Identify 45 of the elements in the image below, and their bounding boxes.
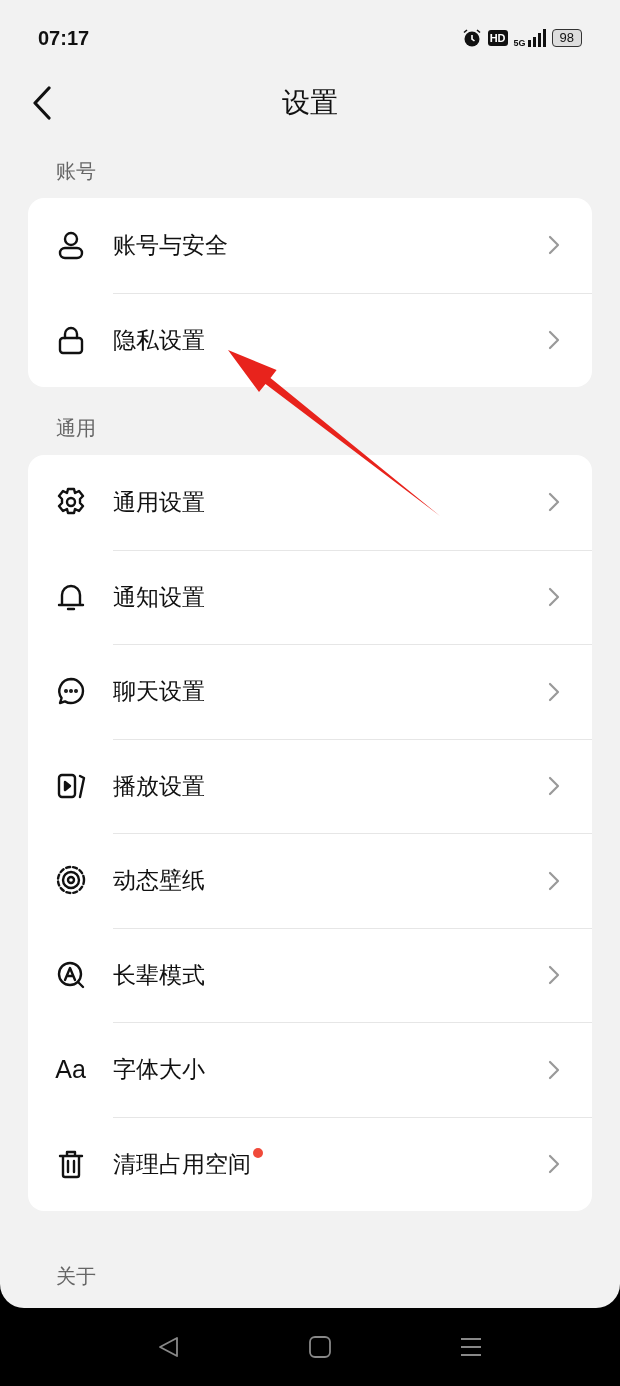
- row-label: 播放设置: [113, 771, 205, 801]
- chevron-icon: [548, 330, 560, 351]
- chevron-icon: [548, 1059, 560, 1080]
- back-nav-icon[interactable]: [157, 1335, 181, 1359]
- row-label: 动态壁纸: [113, 866, 205, 896]
- settings-row[interactable]: 清理占用空间: [28, 1116, 592, 1211]
- settings-row[interactable]: 通用设置: [28, 455, 592, 550]
- settings-row[interactable]: 聊天设置: [28, 644, 592, 739]
- menu-nav-icon[interactable]: [459, 1335, 483, 1359]
- settings-row[interactable]: 通知设置: [28, 549, 592, 644]
- row-label: 通用设置: [113, 487, 205, 517]
- settings-row[interactable]: Aa 字体大小: [28, 1022, 592, 1117]
- signal-icon: [527, 29, 546, 47]
- chevron-icon: [548, 965, 560, 986]
- chevron-icon: [548, 587, 560, 608]
- chevron-icon: [548, 776, 560, 797]
- settings-row[interactable]: 播放设置: [28, 738, 592, 833]
- chevron-icon: [548, 681, 560, 702]
- back-icon[interactable]: [32, 86, 52, 120]
- section-title: 关于: [56, 1263, 96, 1290]
- font-size-icon: Aa: [55, 1054, 86, 1084]
- alarm-icon: [461, 28, 482, 48]
- status-time: 07:17: [38, 26, 90, 50]
- page-title: 设置: [282, 85, 338, 121]
- row-label: 账号与安全: [113, 230, 228, 260]
- chevron-icon: [548, 235, 560, 256]
- settings-row[interactable]: 长辈模式: [28, 927, 592, 1022]
- target-icon: [54, 864, 87, 897]
- row-label: 隐私设置: [113, 325, 205, 355]
- chevron-icon: [548, 492, 560, 513]
- home-nav-icon[interactable]: [308, 1335, 332, 1359]
- row-label: 聊天设置: [113, 677, 205, 707]
- section-title: 通用: [56, 415, 96, 442]
- chevron-icon: [548, 870, 560, 891]
- row-label: 清理占用空间: [113, 1149, 251, 1179]
- network-label: 5G: [513, 38, 526, 48]
- settings-row[interactable]: 动态壁纸: [28, 833, 592, 928]
- chevron-icon: [548, 1154, 560, 1175]
- battery-indicator: 98: [551, 29, 582, 47]
- settings-row[interactable]: 账号与安全: [28, 198, 592, 293]
- row-label: 字体大小: [113, 1055, 205, 1085]
- row-label: 通知设置: [113, 582, 205, 612]
- row-label: 长辈模式: [113, 960, 205, 990]
- section-title: 账号: [56, 158, 96, 185]
- hd-badge: HD: [487, 30, 508, 46]
